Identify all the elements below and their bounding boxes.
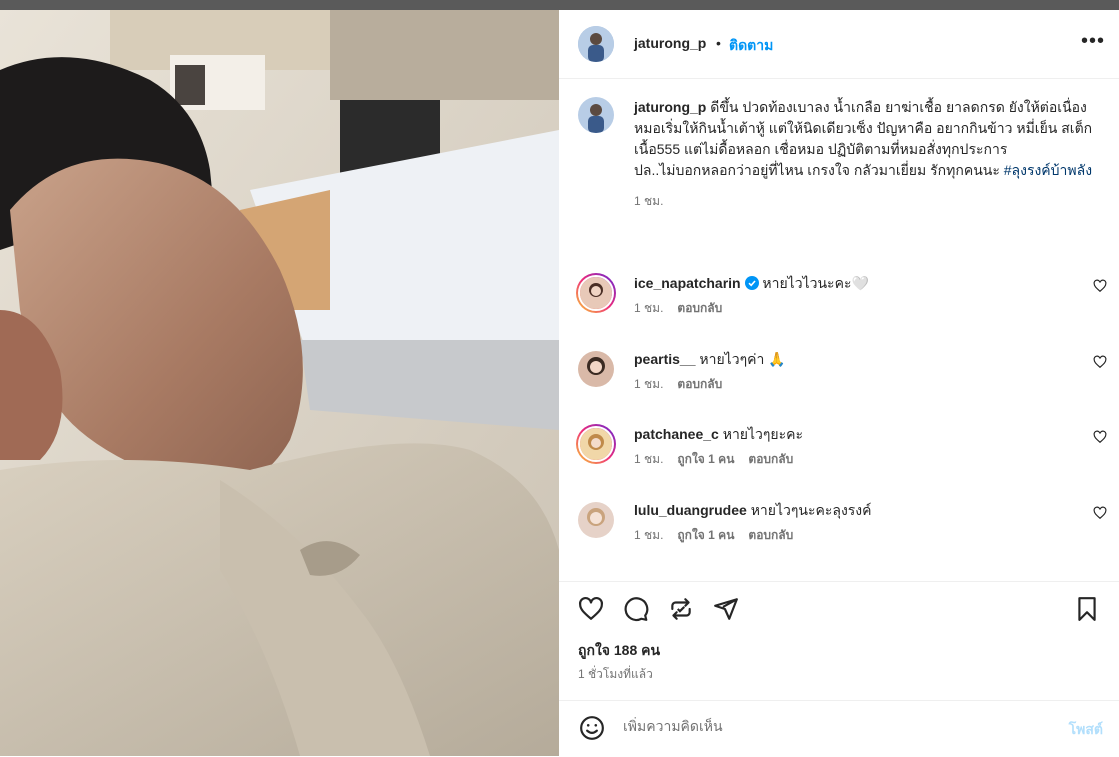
repost-icon[interactable]	[668, 596, 694, 622]
comment-text: หายไวไวนะคะ🤍	[762, 275, 869, 291]
comment-body: peartis__ หายไวๆค่า 🙏	[634, 349, 786, 369]
post-header: jaturong_p • ติดตาม •••	[559, 10, 1119, 79]
comment-time[interactable]: 1 ชม.	[634, 528, 663, 542]
caption-time[interactable]: 1 ชม.	[634, 191, 1094, 212]
caption-author-avatar[interactable]	[578, 97, 614, 133]
comment-time[interactable]: 1 ชม.	[634, 452, 663, 466]
heart-icon[interactable]	[578, 596, 604, 622]
commenter-avatar[interactable]	[576, 273, 616, 313]
reply-button[interactable]: ตอบกลับ	[748, 528, 793, 542]
comment-item: ice_napatcharin หายไวไวนะคะ🤍 1 ชม. ตอบกลั…	[559, 273, 1119, 333]
comment-likes[interactable]: ถูกใจ 1 คน	[677, 528, 734, 542]
reply-button[interactable]: ตอบกลับ	[677, 377, 722, 391]
caption-ps: ปล..ไม่บอกหลอกว่าอยู่ที่ไหน เกรงใจ กลัวม…	[634, 162, 1004, 178]
post-photo-image	[0, 10, 559, 756]
comment-icon[interactable]	[623, 596, 649, 622]
post-comment-button[interactable]: โพสต์	[1069, 719, 1103, 741]
bookmark-icon[interactable]	[1074, 596, 1100, 622]
comment-username[interactable]: peartis__	[634, 351, 695, 367]
like-comment-heart-icon[interactable]	[1093, 279, 1107, 293]
post-photo[interactable]	[0, 10, 559, 756]
comment-text: หายไวๆนะคะลุงรงค์	[750, 502, 872, 518]
author-username[interactable]: jaturong_p	[634, 35, 706, 51]
comment-meta: 1 ชม. ตอบกลับ	[634, 375, 722, 394]
comment-composer: โพสต์	[559, 700, 1119, 757]
comment-meta: 1 ชม. ถูกใจ 1 คน ตอบกลับ	[634, 450, 793, 469]
like-comment-heart-icon[interactable]	[1093, 506, 1107, 520]
post-caption: jaturong_p ดีขึ้น ปวดท้องเบาลง น้ำเกลือ …	[634, 97, 1094, 212]
comment-meta: 1 ชม. ตอบกลับ	[634, 299, 722, 318]
comment-item: peartis__ หายไวๆค่า 🙏 1 ชม. ตอบกลับ	[559, 349, 1119, 409]
comment-username[interactable]: patchanee_c	[634, 426, 719, 442]
comment-item: patchanee_c หายไวๆยะคะ 1 ชม. ถูกใจ 1 คน ตอ…	[559, 424, 1119, 484]
verified-icon	[744, 276, 759, 290]
post-detail-panel: jaturong_p • ติดตาม ••• jaturong_p ดีขึ้…	[559, 10, 1119, 756]
more-icon[interactable]: •••	[1081, 31, 1105, 51]
comment-body: lulu_duangrudee หายไวๆนะคะลุงรงค์	[634, 500, 872, 520]
header-separator: •	[716, 35, 721, 51]
window-top-bar	[0, 0, 1119, 10]
comment-body: ice_napatcharin หายไวไวนะคะ🤍	[634, 273, 869, 293]
comments-scroll-area[interactable]: jaturong_p ดีขึ้น ปวดท้องเบาลง น้ำเกลือ …	[559, 79, 1119, 581]
share-icon[interactable]	[713, 596, 739, 622]
reply-button[interactable]: ตอบกลับ	[748, 452, 793, 466]
like-count[interactable]: ถูกใจ 188 คน	[578, 640, 660, 662]
like-comment-heart-icon[interactable]	[1093, 355, 1107, 369]
comment-input[interactable]	[621, 717, 1025, 735]
caption-author[interactable]: jaturong_p	[634, 99, 706, 115]
comment-username[interactable]: ice_napatcharin	[634, 275, 741, 291]
comment-time[interactable]: 1 ชม.	[634, 301, 663, 315]
commenter-avatar[interactable]	[576, 424, 616, 464]
like-comment-heart-icon[interactable]	[1093, 430, 1107, 444]
comment-time[interactable]: 1 ชม.	[634, 377, 663, 391]
author-avatar[interactable]	[578, 26, 614, 62]
commenter-avatar[interactable]	[578, 502, 614, 538]
comment-username[interactable]: lulu_duangrudee	[634, 502, 747, 518]
comment-body: patchanee_c หายไวๆยะคะ	[634, 424, 803, 444]
reply-button[interactable]: ตอบกลับ	[677, 301, 722, 315]
emoji-icon[interactable]	[579, 715, 605, 741]
post-timestamp[interactable]: 1 ชั่วโมงที่แล้ว	[578, 665, 653, 684]
comment-text: หายไวๆค่า 🙏	[699, 351, 786, 367]
comment-meta: 1 ชม. ถูกใจ 1 คน ตอบกลับ	[634, 526, 793, 545]
commenter-avatar[interactable]	[578, 351, 614, 387]
comment-text: หายไวๆยะคะ	[722, 426, 804, 442]
follow-button[interactable]: ติดตาม	[729, 35, 773, 57]
caption-hashtag[interactable]: #ลุงรงค์บ้าพลัง	[1004, 162, 1092, 178]
comment-likes[interactable]: ถูกใจ 1 คน	[677, 452, 734, 466]
comment-item: lulu_duangrudee หายไวๆนะคะลุงรงค์ 1 ชม. ถ…	[559, 500, 1119, 560]
